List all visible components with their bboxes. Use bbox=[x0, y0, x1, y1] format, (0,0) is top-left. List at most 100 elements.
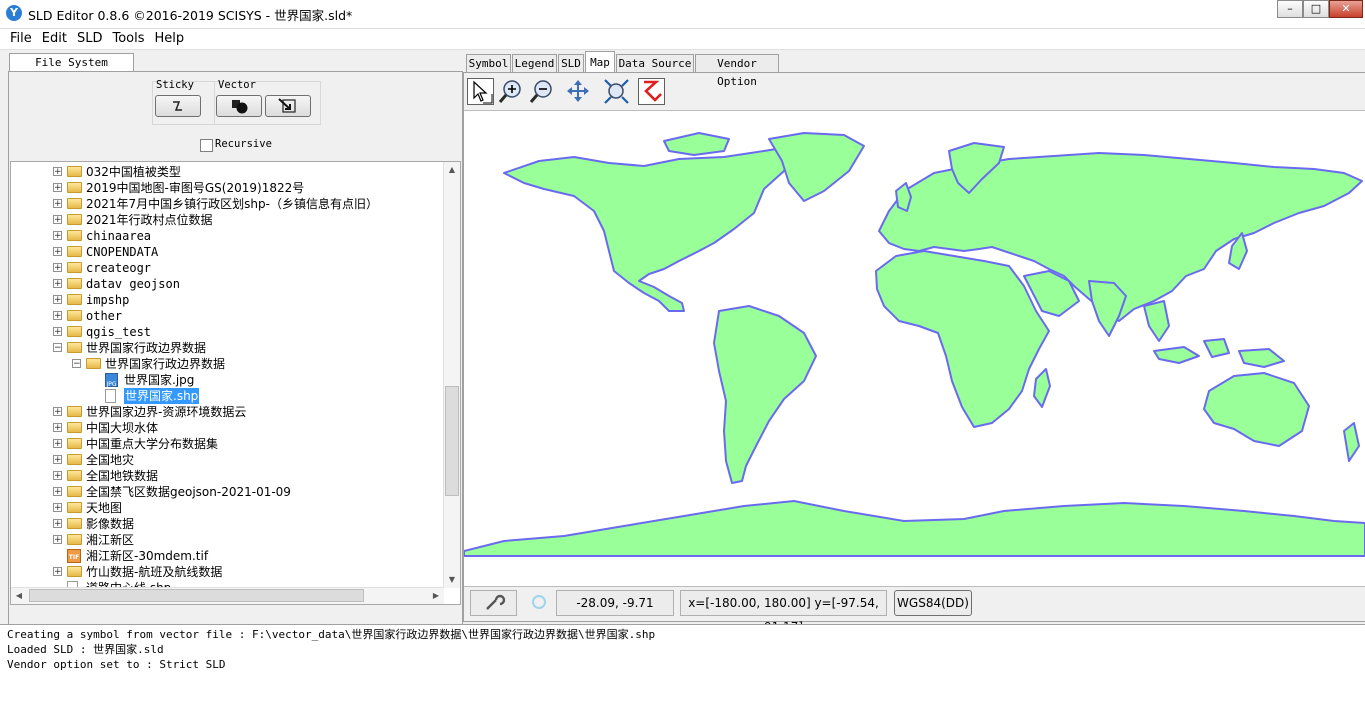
tab-vendor-option[interactable]: Vendor Option bbox=[695, 54, 779, 88]
vector-shape-button[interactable] bbox=[216, 95, 262, 117]
scroll-up-icon[interactable]: ▲ bbox=[444, 162, 460, 178]
tree-horizontal-scrollbar[interactable]: ◀ ▶ bbox=[11, 587, 444, 604]
menu-sld[interactable]: SLD bbox=[72, 29, 108, 46]
file-tree[interactable]: +032中国植被类型 +2019中国地图-审图号GS(2019)1822号 +202… bbox=[10, 161, 461, 605]
tab-data-source[interactable]: Data Source bbox=[616, 54, 694, 72]
expand-icon[interactable]: + bbox=[53, 215, 62, 225]
sticky-button[interactable] bbox=[155, 95, 201, 117]
zoom-out-button[interactable] bbox=[528, 78, 555, 105]
menu-file[interactable]: File bbox=[0, 29, 37, 46]
tree-item[interactable]: + 竹山数据-航班及航线数据 bbox=[11, 564, 460, 580]
select-tool-button[interactable] bbox=[467, 78, 494, 105]
tree-vscroll-thumb[interactable] bbox=[445, 386, 459, 496]
tree-item[interactable]: + impshp bbox=[11, 292, 460, 308]
recursive-label: Recursive bbox=[215, 138, 272, 150]
tree-item[interactable]: + createogr bbox=[11, 260, 460, 276]
land-madagascar bbox=[1033, 368, 1051, 408]
zoom-out-icon bbox=[529, 80, 552, 103]
expand-icon[interactable]: + bbox=[53, 471, 62, 481]
zoom-extent-button[interactable] bbox=[603, 78, 630, 105]
tree-item[interactable]: − 世界国家行政边界数据 bbox=[11, 356, 460, 372]
close-button[interactable]: ✕ bbox=[1329, 0, 1363, 18]
recursive-checkbox[interactable] bbox=[200, 139, 213, 152]
expand-icon[interactable]: + bbox=[53, 183, 62, 193]
tree-item[interactable]: + 中国重点大学分布数据集 bbox=[11, 436, 460, 452]
collapse-icon[interactable]: − bbox=[53, 343, 62, 353]
expand-icon[interactable]: + bbox=[53, 247, 62, 257]
world-map[interactable] bbox=[464, 111, 1365, 586]
tab-file-system-manager[interactable]: File System Manager bbox=[9, 53, 134, 87]
tree-item[interactable]: + 全国禁飞区数据geojson-2021-01-09 bbox=[11, 484, 460, 500]
land-australia bbox=[1203, 372, 1310, 447]
tree-item[interactable]: + other bbox=[11, 308, 460, 324]
land-indonesia-2 bbox=[1203, 338, 1230, 358]
tree-item[interactable]: + 中国大坝水体 bbox=[11, 420, 460, 436]
tree-item[interactable]: + 影像数据 bbox=[11, 516, 460, 532]
tree-item[interactable]: + datav geojson bbox=[11, 276, 460, 292]
expand-icon[interactable]: + bbox=[53, 231, 62, 241]
expand-icon[interactable]: + bbox=[53, 519, 62, 529]
tree-item-label: 湘江新区-30mdem.tif bbox=[86, 549, 209, 563]
tab-symbol[interactable]: Symbol bbox=[466, 54, 511, 72]
reset-button[interactable] bbox=[638, 78, 665, 105]
expand-icon[interactable]: + bbox=[53, 455, 62, 465]
tab-sld[interactable]: SLD bbox=[558, 54, 584, 72]
land-southeast-asia bbox=[1143, 300, 1170, 342]
tree-item[interactable]: +2021年行政村点位数据 bbox=[11, 212, 460, 228]
scroll-right-icon[interactable]: ▶ bbox=[428, 588, 444, 604]
expand-icon[interactable]: + bbox=[53, 439, 62, 449]
tab-map[interactable]: Map bbox=[585, 51, 615, 72]
tree-item[interactable]: +2019中国地图-审图号GS(2019)1822号 bbox=[11, 180, 460, 196]
tree-hscroll-thumb[interactable] bbox=[29, 589, 364, 602]
menu-help[interactable]: Help bbox=[150, 29, 190, 46]
tree-item[interactable]: + chinaarea bbox=[11, 228, 460, 244]
expand-icon[interactable]: + bbox=[53, 487, 62, 497]
menu-edit[interactable]: Edit bbox=[37, 29, 72, 46]
menu-tools[interactable]: Tools bbox=[107, 29, 149, 46]
tree-item[interactable]: 世界国家.shp bbox=[11, 388, 460, 404]
vector-shape-icon bbox=[232, 100, 248, 114]
tree-item[interactable]: + 世界国家边界-资源环境数据云 bbox=[11, 404, 460, 420]
tree-item[interactable]: + 天地图 bbox=[11, 500, 460, 516]
maximize-button[interactable]: □ bbox=[1303, 0, 1329, 18]
expand-icon[interactable]: + bbox=[53, 423, 62, 433]
tree-item[interactable]: + CNOPENDATA bbox=[11, 244, 460, 260]
expand-icon[interactable]: + bbox=[53, 535, 62, 545]
tree-item[interactable]: + qgis_test bbox=[11, 324, 460, 340]
vector-import-button[interactable] bbox=[265, 95, 311, 117]
tree-item[interactable]: + 湘江新区 bbox=[11, 532, 460, 548]
expand-icon[interactable]: + bbox=[53, 311, 62, 321]
expand-icon[interactable]: + bbox=[53, 327, 62, 337]
pan-button[interactable] bbox=[565, 78, 592, 105]
log-panel[interactable]: Creating a symbol from vector file : F:\… bbox=[0, 624, 1365, 727]
tree-item[interactable]: +2021年7月中国乡镇行政区划shp-（乡镇信息有点旧） bbox=[11, 196, 460, 212]
folder-icon bbox=[67, 214, 82, 225]
folder-icon bbox=[67, 326, 82, 337]
collapse-icon[interactable]: − bbox=[72, 359, 81, 369]
tree-vertical-scrollbar[interactable]: ▲ ▼ bbox=[443, 162, 460, 588]
expand-icon[interactable]: + bbox=[53, 567, 62, 577]
tree-item[interactable]: +032中国植被类型 bbox=[11, 164, 460, 180]
zoom-in-button[interactable] bbox=[497, 78, 524, 105]
expand-icon[interactable]: + bbox=[53, 503, 62, 513]
minimize-button[interactable]: – bbox=[1277, 0, 1303, 18]
crs-button[interactable]: WGS84(DD) bbox=[894, 590, 972, 616]
tree-item[interactable]: + 全国地灾 bbox=[11, 452, 460, 468]
expand-icon[interactable]: + bbox=[53, 167, 62, 177]
expand-icon[interactable]: + bbox=[53, 263, 62, 273]
tree-item[interactable]: + 全国地铁数据 bbox=[11, 468, 460, 484]
map-canvas[interactable] bbox=[464, 110, 1365, 587]
expand-icon[interactable]: + bbox=[53, 407, 62, 417]
expand-icon[interactable]: + bbox=[53, 199, 62, 209]
map-settings-button[interactable] bbox=[470, 590, 517, 616]
sticky-label: Sticky bbox=[156, 79, 194, 91]
tree-item[interactable]: − 世界国家行政边界数据 bbox=[11, 340, 460, 356]
tab-legend[interactable]: Legend bbox=[512, 54, 557, 72]
expand-icon[interactable]: + bbox=[53, 279, 62, 289]
tree-item[interactable]: TIF 湘江新区-30mdem.tif bbox=[11, 548, 460, 564]
tree-item[interactable]: JPG 世界国家.jpg bbox=[11, 372, 460, 388]
scroll-left-icon[interactable]: ◀ bbox=[11, 588, 27, 604]
expand-icon[interactable]: + bbox=[53, 295, 62, 305]
scroll-down-icon[interactable]: ▼ bbox=[444, 572, 460, 588]
pan-icon bbox=[567, 80, 589, 102]
